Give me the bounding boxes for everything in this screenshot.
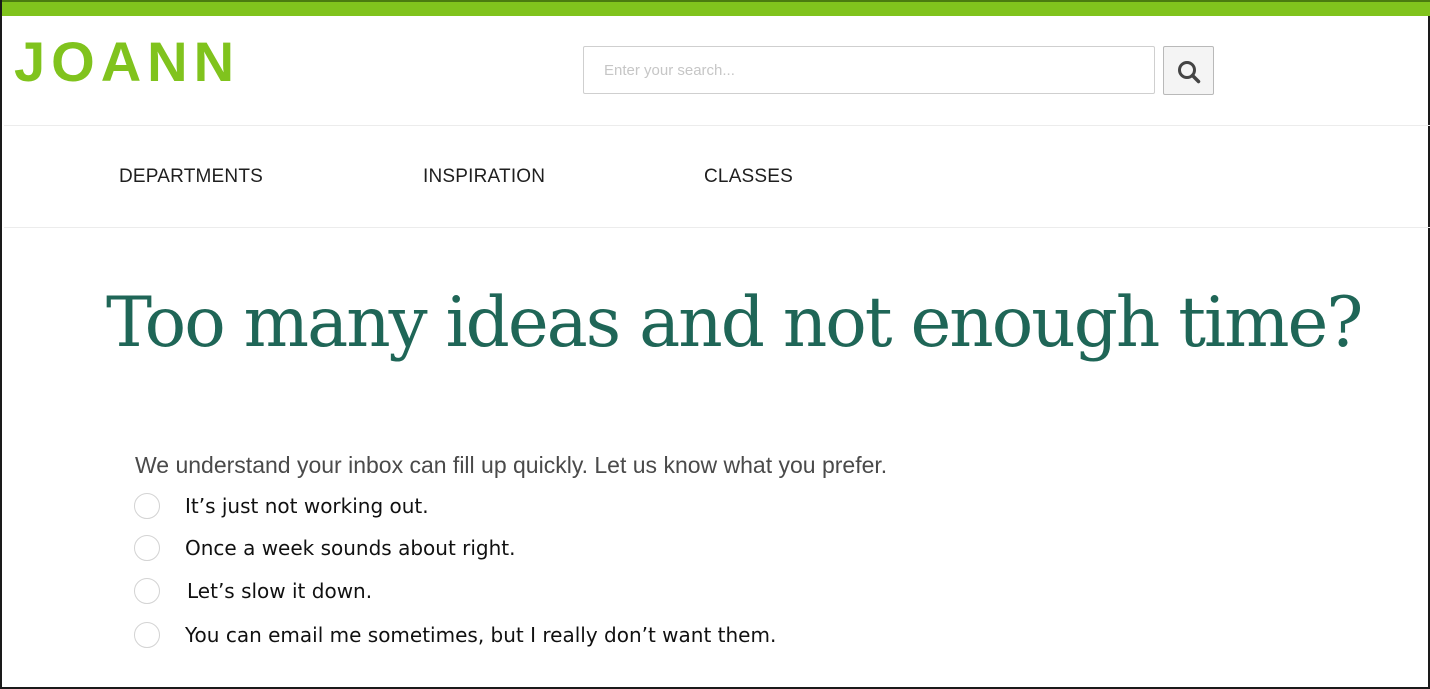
radio-button[interactable] [134,622,160,648]
radio-button[interactable] [134,493,160,519]
top-accent-bar-edge [2,0,1430,2]
search-input[interactable] [583,46,1155,94]
page-headline: Too many ideas and not enough time? [106,283,1363,363]
option-label: You can email me sometimes, but I really… [185,623,777,647]
option-label: Let’s slow it down. [187,579,373,603]
preference-option-once-a-week[interactable]: Once a week sounds about right. [134,535,834,565]
joann-logo[interactable]: JOANN [14,34,240,90]
search-button[interactable] [1163,46,1214,95]
header-divider [4,125,1430,126]
top-accent-bar [2,0,1430,16]
option-label: Once a week sounds about right. [185,536,516,560]
preference-option-sometimes[interactable]: You can email me sometimes, but I really… [134,622,834,652]
radio-button[interactable] [134,535,160,561]
preference-prompt: We understand your inbox can fill up qui… [135,452,888,478]
radio-button[interactable] [134,578,160,604]
preference-option-not-working-out[interactable]: It’s just not working out. [134,493,834,523]
search-icon [1178,61,1201,84]
nav-item-classes[interactable]: CLASSES [704,166,793,188]
option-label: It’s just not working out. [185,494,429,518]
preference-option-slow-it-down[interactable]: Let’s slow it down. [134,578,834,608]
nav-item-departments[interactable]: DEPARTMENTS [119,166,263,188]
nav-item-inspiration[interactable]: INSPIRATION [423,166,545,188]
page-frame: JOANN DEPARTMENTS INSPIRATION CLASSES To… [0,0,1430,689]
nav-divider [4,227,1430,228]
